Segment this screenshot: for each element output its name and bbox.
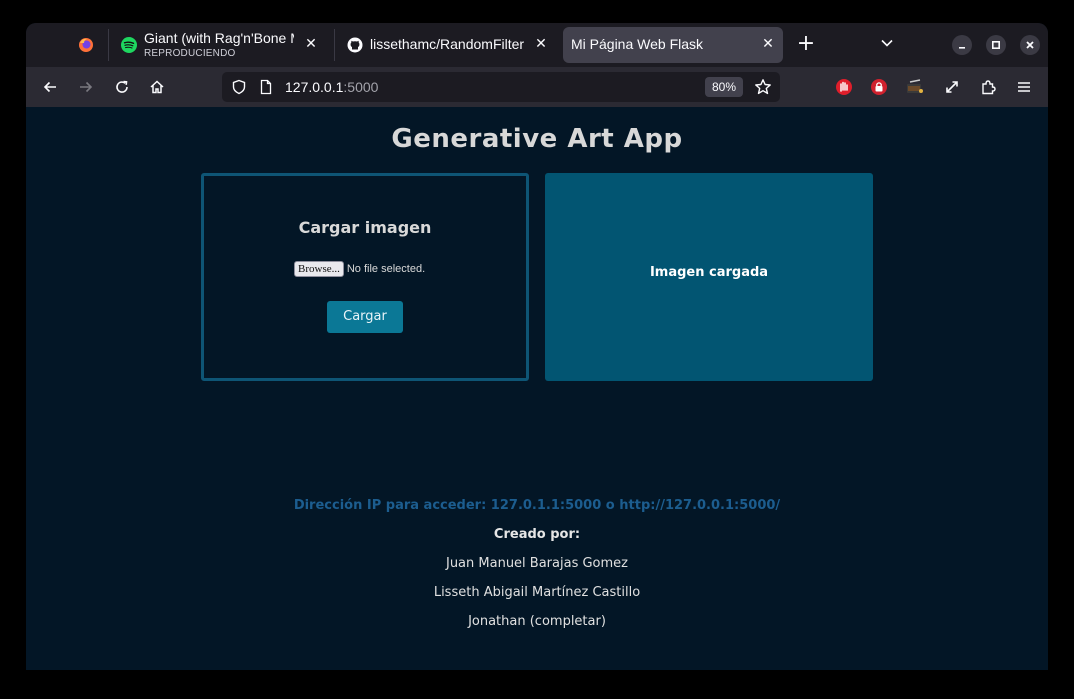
upload-panel: Cargar imagen Browse... No file selected.…	[201, 173, 529, 381]
browse-button[interactable]: Browse...	[294, 261, 344, 277]
hand-stop-icon	[836, 79, 852, 95]
zoom-level-badge[interactable]: 80%	[705, 77, 743, 97]
home-button[interactable]	[147, 77, 167, 97]
list-all-tabs-button[interactable]	[878, 35, 896, 53]
browser-window: Giant (with Rag'n'Bone Man) REPRODUCIEND…	[26, 23, 1048, 670]
firefox-icon	[79, 38, 93, 52]
page-content: Generative Art App Cargar imagen Browse.…	[26, 107, 1048, 670]
minimize-button[interactable]	[952, 35, 972, 55]
author-name: Juan Manuel Barajas Gomez	[445, 556, 628, 571]
url-text[interactable]: 127.0.0.1:5000	[285, 79, 378, 95]
image-preview-panel: Imagen cargada	[545, 173, 873, 381]
reload-icon	[116, 80, 128, 93]
spotify-icon	[121, 37, 137, 53]
close-window-button[interactable]	[1020, 35, 1040, 55]
extension-adblock-button[interactable]	[834, 77, 854, 97]
app-menu-button[interactable]	[1014, 77, 1034, 97]
author-name: Jonathan (completar)	[468, 614, 606, 629]
hamburger-menu-icon	[1018, 82, 1030, 92]
tab-spotify[interactable]: Giant (with Rag'n'Bone Man) REPRODUCIEND…	[112, 27, 326, 63]
media-extension-icon	[907, 79, 923, 93]
tab-title: Giant (with Rag'n'Bone Man)	[144, 30, 294, 46]
close-icon[interactable]: ✕	[533, 36, 549, 52]
tab-separator	[108, 29, 109, 61]
close-icon[interactable]: ✕	[760, 36, 776, 52]
forward-button[interactable]	[76, 77, 96, 97]
back-button[interactable]	[40, 77, 60, 97]
author-name: Lisseth Abigail Martínez Castillo	[433, 585, 641, 600]
maximize-button[interactable]	[986, 35, 1006, 55]
firefox-view-button[interactable]	[72, 35, 100, 55]
tab-playing-status: REPRODUCIENDO	[144, 48, 236, 59]
tracking-protection-shield-icon[interactable]	[231, 79, 247, 99]
extension-media-button[interactable]	[905, 77, 925, 97]
puzzle-piece-icon	[982, 80, 996, 95]
tab-title: Mi Página Web Flask	[571, 36, 704, 52]
github-icon	[347, 37, 363, 53]
tab-separator	[334, 29, 335, 61]
chevron-down-icon	[881, 39, 893, 47]
new-tab-button[interactable]: +	[796, 33, 816, 55]
minimize-icon	[959, 47, 965, 49]
extension-lock-button[interactable]	[869, 77, 889, 97]
close-icon	[1026, 41, 1034, 49]
home-icon	[150, 80, 164, 94]
tab-title: lissethamc/RandomFilter	[370, 36, 525, 52]
extensions-button[interactable]	[978, 77, 998, 97]
page-info-icon[interactable]	[258, 79, 274, 99]
upload-submit-button[interactable]: Cargar	[327, 301, 403, 333]
arrow-left-icon	[43, 81, 56, 93]
created-by-label: Creado por:	[493, 527, 581, 542]
url-bar[interactable]: 127.0.0.1:5000 80%	[222, 72, 780, 102]
navigation-bar: 127.0.0.1:5000 80%	[26, 67, 1048, 107]
upload-heading: Cargar imagen	[298, 218, 432, 237]
maximize-icon	[991, 40, 1001, 50]
tab-flask[interactable]: Mi Página Web Flask ✕	[563, 27, 783, 63]
preview-label: Imagen cargada	[649, 265, 769, 280]
lock-icon	[871, 79, 887, 95]
page-footer: Dirección IP para acceder: 127.0.1.1:500…	[26, 498, 1048, 643]
file-input[interactable]: Browse... No file selected.	[294, 261, 425, 277]
bookmark-star-icon[interactable]	[754, 78, 772, 100]
file-status-text: No file selected.	[346, 263, 426, 275]
ip-address-line: Dirección IP para acceder: 127.0.1.1:500…	[293, 498, 781, 513]
page-title: Generative Art App	[391, 124, 683, 154]
tab-strip: Giant (with Rag'n'Bone Man) REPRODUCIEND…	[26, 23, 1048, 67]
arrow-right-icon	[80, 81, 93, 93]
expand-arrows-icon	[946, 81, 958, 93]
fullscreen-button[interactable]	[942, 77, 962, 97]
close-icon[interactable]: ✕	[303, 36, 319, 52]
reload-button[interactable]	[112, 77, 132, 97]
tab-github[interactable]: lissethamc/RandomFilter ✕	[338, 27, 556, 63]
